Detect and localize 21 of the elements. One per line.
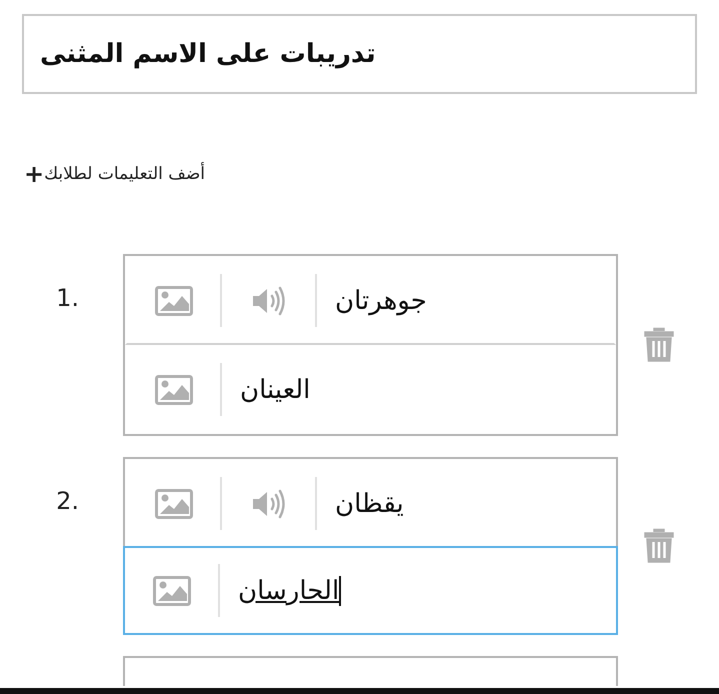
image-icon[interactable]	[154, 488, 192, 518]
answer-text: العينان	[240, 374, 310, 404]
answer-field[interactable]: العينان	[125, 345, 616, 434]
trash-icon[interactable]	[644, 327, 674, 363]
speaker-icon[interactable]	[250, 488, 286, 520]
speaker-icon[interactable]	[250, 284, 286, 316]
answer-field[interactable]: الحارسان	[123, 546, 618, 635]
image-icon[interactable]	[154, 374, 192, 404]
prompt-field[interactable]: جوهرتان	[125, 256, 616, 345]
image-icon[interactable]	[154, 286, 192, 316]
exercise-title: تدريبات على الاسم المثنى	[40, 39, 376, 69]
item-number: 1.	[56, 284, 79, 312]
prompt-field[interactable]: يقظان	[125, 459, 616, 548]
title-field[interactable]: تدريبات على الاسم المثنى	[22, 14, 697, 94]
prompt-text: جوهرتان	[335, 286, 427, 316]
prompt-text: يقظان	[335, 488, 404, 518]
item-number: 2.	[56, 487, 79, 515]
answer-text: الحارسان	[238, 576, 342, 606]
image-icon[interactable]	[152, 576, 190, 606]
trash-icon[interactable]	[644, 528, 674, 564]
add-instructions-button[interactable]: + أضف التعليمات لطلابك	[24, 162, 206, 186]
